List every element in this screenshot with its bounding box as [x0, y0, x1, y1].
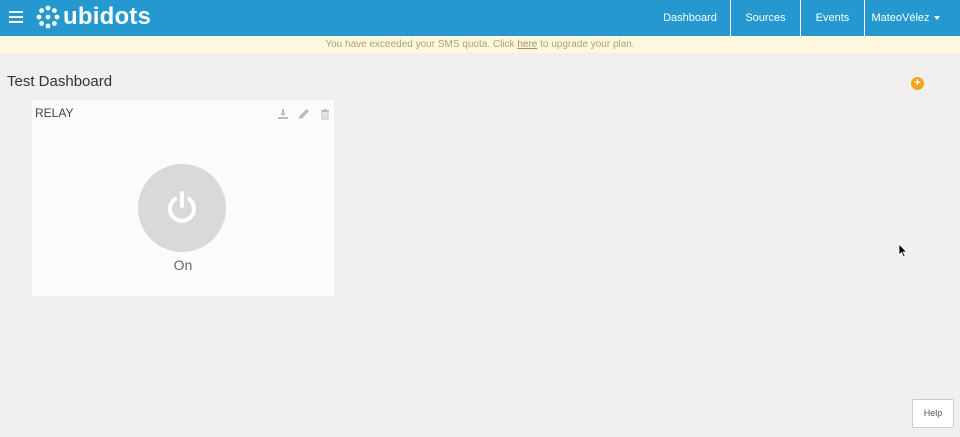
logo-dots-icon: [36, 5, 60, 29]
plus-circle-icon: +: [914, 77, 921, 89]
power-icon: [168, 191, 196, 223]
user-name: MateoVélez: [871, 12, 930, 24]
nav-dashboard-label: Dashboard: [663, 12, 717, 24]
download-icon[interactable]: [277, 108, 289, 120]
nav-events-label: Events: [815, 12, 850, 24]
top-navbar: ubidots Dashboard Sources Events MateoVé…: [0, 0, 960, 36]
caret-down-icon: [933, 16, 940, 20]
help-button[interactable]: Help: [912, 399, 954, 428]
nav-sources-label: Sources: [745, 12, 786, 24]
nav-sources[interactable]: Sources: [730, 0, 800, 36]
sms-quota-banner: You have exceeded your SMS quota. Click …: [0, 36, 960, 53]
pencil-icon[interactable]: [298, 108, 310, 120]
help-label: Help: [923, 408, 943, 418]
relay-toggle-button[interactable]: [138, 164, 226, 252]
main-nav: Dashboard Sources Events MateoVélez: [650, 0, 960, 36]
nav-events[interactable]: Events: [800, 0, 864, 36]
upgrade-link[interactable]: here: [517, 39, 537, 50]
relay-state-label: On: [173, 257, 193, 273]
mouse-cursor-icon: [898, 243, 908, 258]
user-menu[interactable]: MateoVélez: [864, 0, 960, 36]
widget-title: RELAY: [35, 106, 74, 120]
widget-actions: [277, 108, 331, 120]
quota-text-before: You have exceeded your SMS quota. Click: [325, 39, 518, 50]
add-widget-button[interactable]: +: [911, 77, 924, 90]
logo-text: ubidots: [63, 3, 152, 30]
hamburger-menu-icon[interactable]: [9, 11, 23, 23]
nav-dashboard[interactable]: Dashboard: [650, 0, 730, 36]
quota-text-after: to upgrade your plan.: [537, 39, 635, 50]
trash-icon[interactable]: [319, 108, 331, 120]
page-title: Test Dashboard: [7, 73, 113, 90]
relay-widget: RELAY On: [32, 100, 334, 296]
ubidots-logo[interactable]: ubidots: [36, 2, 151, 32]
